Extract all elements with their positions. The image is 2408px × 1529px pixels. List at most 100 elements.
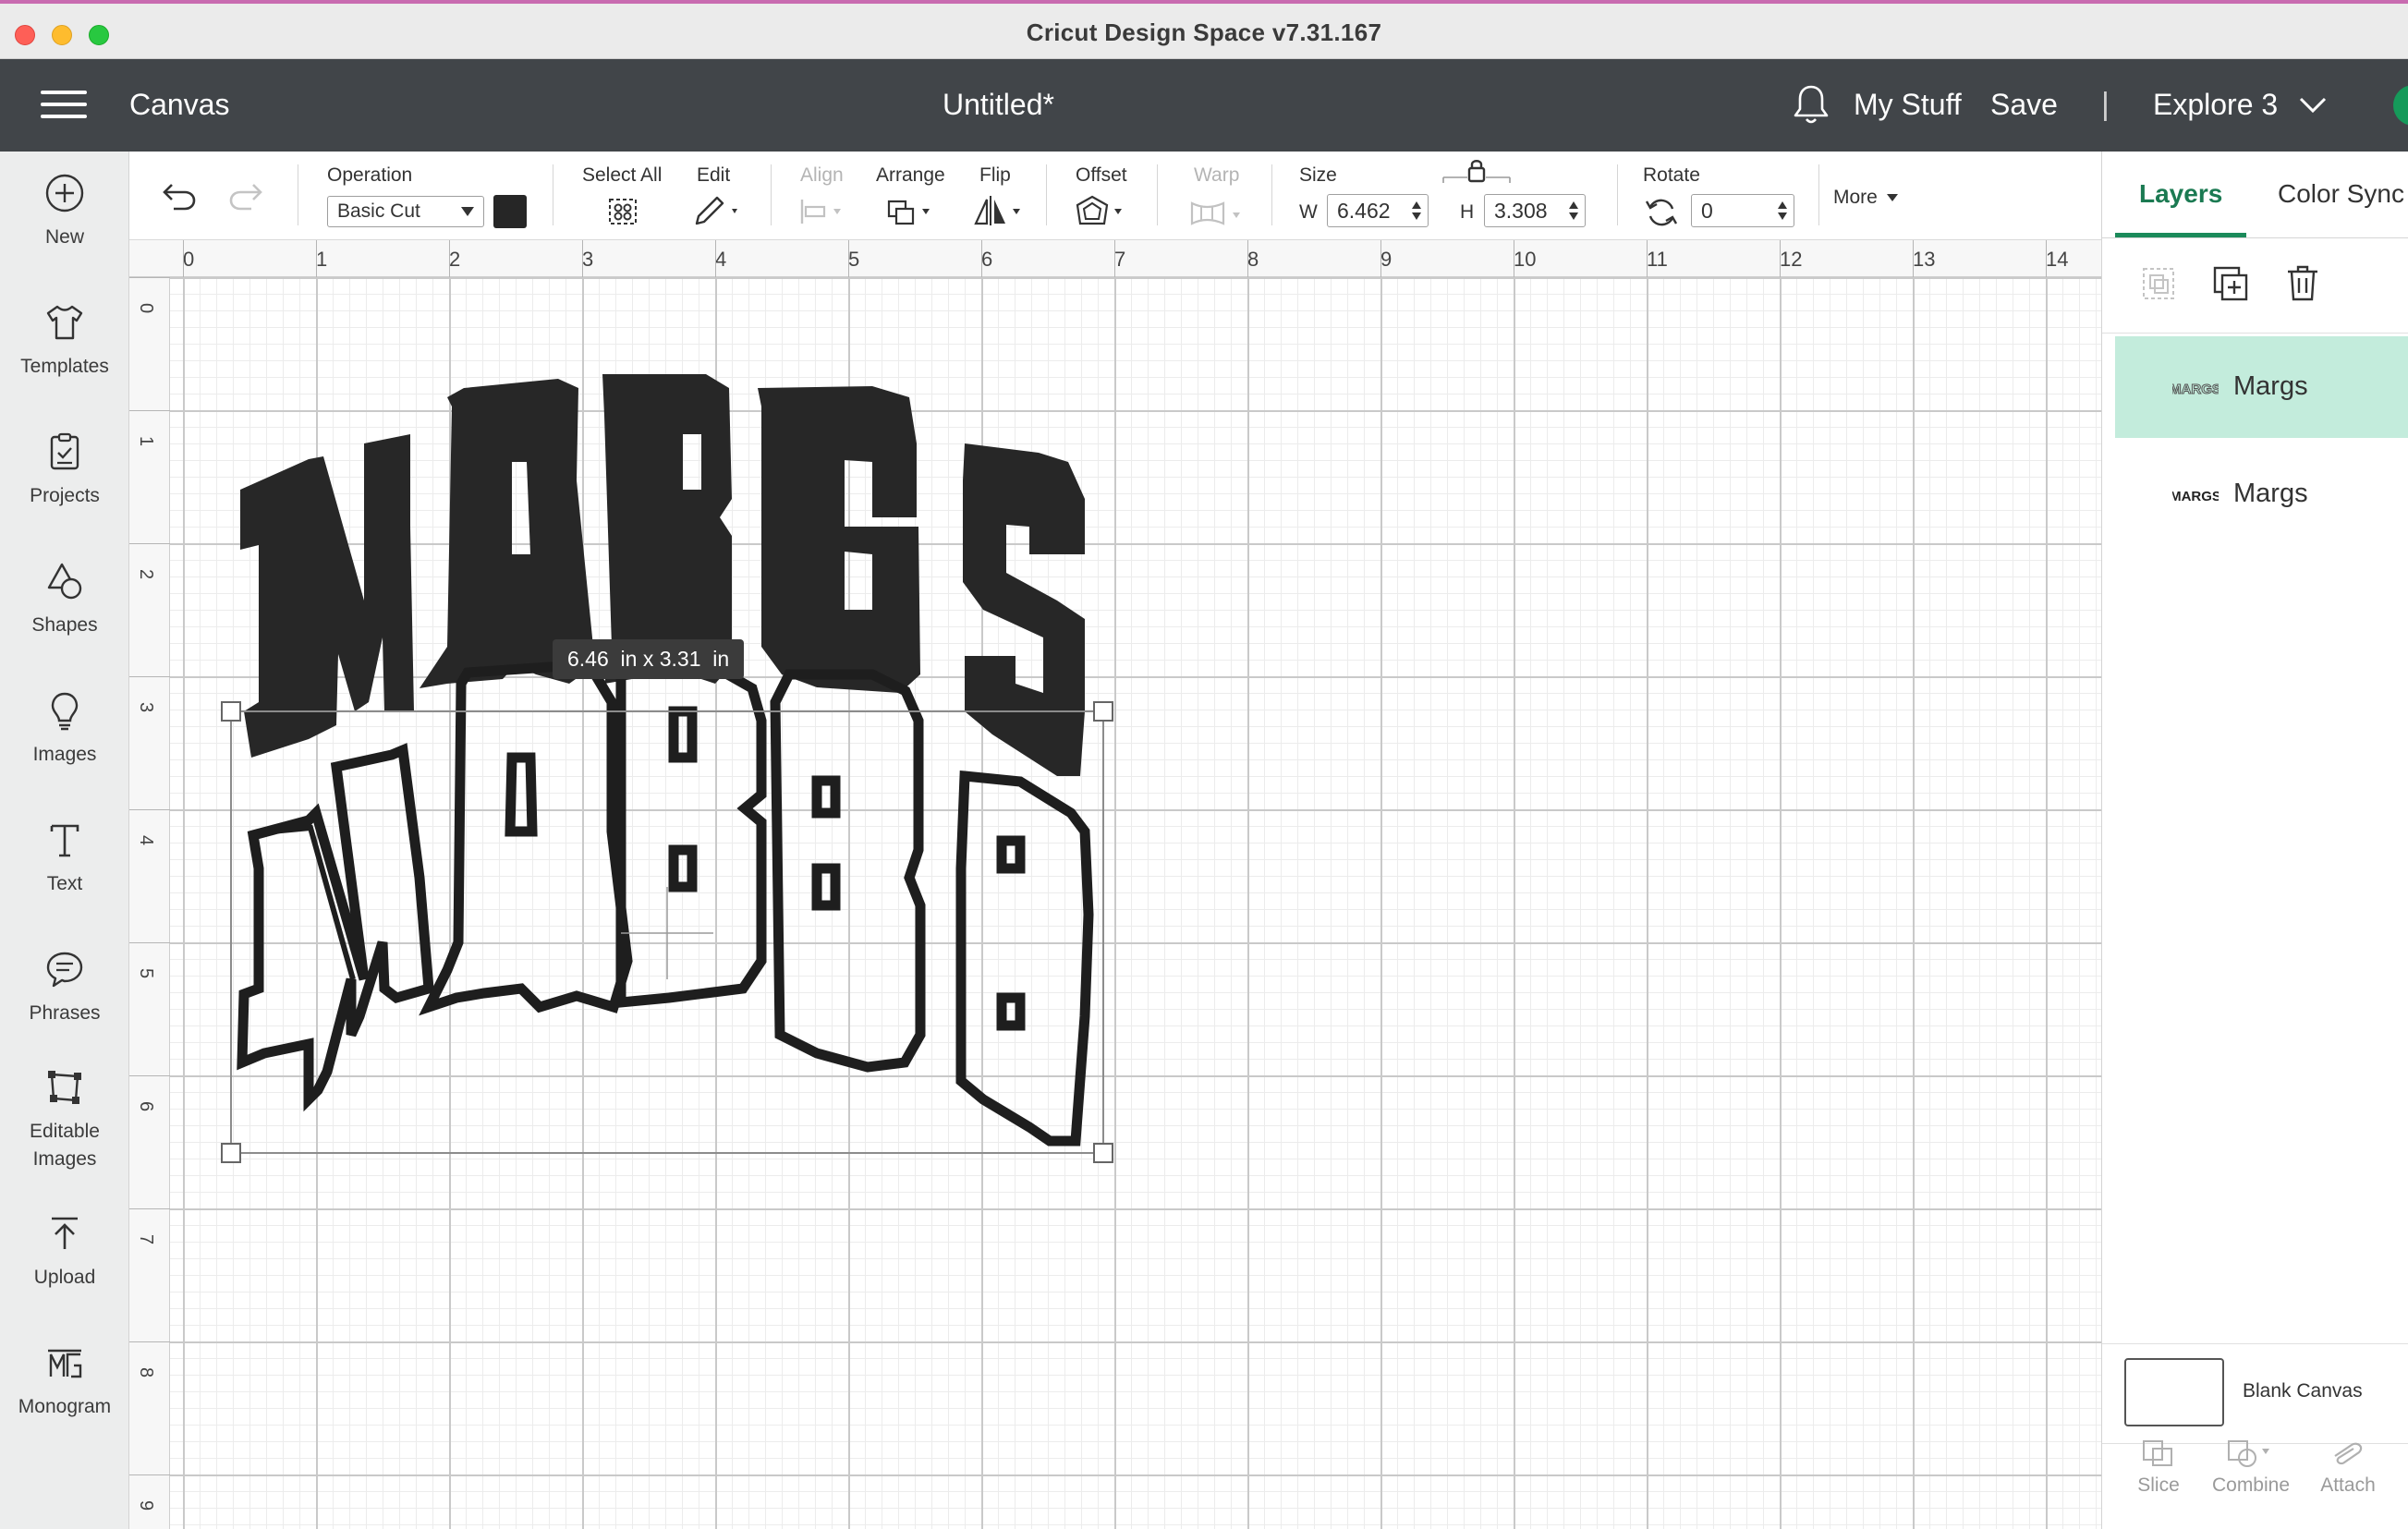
align-label: Align [800, 164, 844, 186]
resize-handle-bottom-left[interactable] [221, 1143, 241, 1163]
color-swatch[interactable] [493, 195, 527, 228]
ruler-left: 0 1 2 3 4 5 6 7 8 9 [129, 277, 170, 1529]
text-icon [50, 824, 79, 857]
trash-icon[interactable] [2283, 262, 2322, 303]
sidebar-item-monogram[interactable]: Monogram [0, 1341, 129, 1421]
align-icon[interactable] [797, 196, 848, 227]
ruler-tick [129, 1208, 170, 1209]
combine-button[interactable]: Combine [2205, 1438, 2297, 1497]
slice-button[interactable]: Slice [2131, 1438, 2186, 1497]
toolbar-divider [771, 164, 772, 225]
height-input[interactable]: 3.308 [1484, 194, 1586, 227]
flip-icon[interactable] [970, 192, 1026, 229]
svg-text:MARGS: MARGS [2172, 382, 2219, 397]
operation-dropdown[interactable]: Basic Cut [327, 196, 484, 227]
margs-solid-layer[interactable] [240, 374, 1085, 776]
ruler-tick [129, 1474, 170, 1475]
more-label: More [1833, 187, 1878, 208]
sidebar-item-phrases[interactable]: Phrases [0, 948, 129, 1027]
my-stuff-link[interactable]: My Stuff [1854, 88, 1962, 122]
sidebar-item-text[interactable]: Text [0, 819, 129, 898]
sidebar-item-projects[interactable]: Projects [0, 431, 129, 510]
width-input[interactable]: 6.462 [1327, 194, 1429, 227]
layer-name: Margs [2233, 371, 2308, 401]
ruler-top-label: 7 [1114, 248, 1126, 271]
ruler-tick [183, 240, 184, 277]
rotate-icon[interactable] [1643, 194, 1680, 231]
ruler-top-label: 12 [1780, 248, 1803, 271]
document-title[interactable]: Untitled* [943, 88, 1054, 122]
blank-canvas-label: Blank Canvas [2243, 1380, 2363, 1402]
arrange-icon[interactable] [883, 194, 939, 229]
flip-label: Flip [979, 164, 1011, 186]
ruler-tick [129, 543, 170, 544]
stepper-icon[interactable] [1777, 199, 1788, 223]
size-label: Size [1299, 164, 1337, 186]
layer-item[interactable]: MARGS Margs [2115, 443, 2408, 545]
ruler-tick [1247, 240, 1248, 277]
stepper-icon[interactable] [1411, 199, 1422, 223]
menu-icon[interactable] [41, 91, 87, 122]
app-header: Canvas Untitled* My Stuff Save | Explore… [0, 59, 2408, 152]
dimension-tooltip: 6.46 in x 3.31 in [553, 639, 745, 679]
ruler-tick [129, 1075, 170, 1076]
ruler-tick [981, 240, 982, 277]
attach-label: Attach [2320, 1474, 2376, 1496]
ruler-left-label: 2 [136, 568, 157, 580]
sidebar-item-label: Phrases [29, 1002, 101, 1024]
margs-outline-layer[interactable] [237, 660, 1094, 1147]
resize-handle-bottom-right[interactable] [1093, 1143, 1113, 1163]
design-canvas[interactable]: 6.46 in x 3.31 in [170, 277, 2101, 1529]
sidebar-item-templates[interactable]: Templates [0, 301, 129, 381]
resize-handle-top-right[interactable] [1093, 701, 1113, 722]
sidebar-item-upload[interactable]: Upload [0, 1212, 129, 1292]
resize-handle-top-left[interactable] [221, 701, 241, 722]
sidebar-item-new[interactable]: New [0, 172, 129, 251]
sidebar-item-label: Shapes [31, 614, 98, 636]
tab-color-sync[interactable]: Color Sync [2278, 179, 2404, 209]
ruler-top-label: 5 [848, 248, 860, 271]
layer-item[interactable]: MARGS Margs [2115, 336, 2408, 438]
caret-down-icon [1886, 194, 1898, 202]
tab-layers[interactable]: Layers [2139, 179, 2222, 209]
bell-icon[interactable] [1791, 83, 1831, 126]
ruler-top-label: 13 [1913, 248, 1936, 271]
warp-icon[interactable] [1188, 196, 1249, 229]
chevron-down-icon[interactable] [2297, 91, 2329, 118]
rotate-value: 0 [1701, 199, 1713, 223]
offset-icon[interactable] [1074, 194, 1129, 231]
edit-toolbar: Operation Basic Cut Select All Edit Alig… [129, 152, 2107, 240]
machine-selector[interactable]: Explore 3 [2153, 88, 2278, 122]
height-value: 3.308 [1494, 199, 1548, 223]
stepper-icon[interactable] [1568, 199, 1579, 223]
avatar[interactable] [2393, 85, 2408, 126]
blank-canvas-swatch[interactable] [2124, 1358, 2224, 1426]
ruler-top-label: 8 [1247, 248, 1259, 271]
ruler-left-label: 6 [136, 1100, 157, 1112]
operation-value: Basic Cut [337, 200, 420, 222]
group-icon[interactable] [2139, 264, 2178, 303]
operation-label: Operation [327, 164, 413, 186]
more-menu[interactable]: More [1833, 187, 1898, 209]
sidebar-item-label: Projects [30, 485, 100, 506]
attach-button[interactable]: Attach [2316, 1438, 2380, 1497]
save-button[interactable]: Save [1990, 88, 2058, 122]
duplicate-icon[interactable] [2211, 264, 2250, 303]
width-label: W [1299, 201, 1318, 223]
right-panel: Layers Color Sync MARGS Margs MARGS Marg… [2101, 152, 2408, 1529]
ruler-top-label: 2 [449, 248, 461, 271]
redo-icon[interactable] [227, 179, 264, 212]
slice-icon [2143, 1440, 2172, 1466]
edit-pencil-icon[interactable] [691, 194, 745, 229]
sidebar-item-images[interactable]: Images [0, 689, 129, 769]
lock-icon[interactable] [1440, 157, 1514, 185]
panel-bottom-divider [2102, 1343, 2408, 1344]
sidebar-item-shapes[interactable]: Shapes [0, 560, 129, 639]
toolbar-divider [1271, 164, 1272, 225]
undo-icon[interactable] [161, 179, 198, 212]
ruler-top-label: 1 [316, 248, 328, 271]
sidebar-item-editable-images[interactable]: Editable Images [0, 1066, 129, 1173]
monogram-icon [48, 1349, 82, 1378]
select-all-icon[interactable] [604, 194, 641, 229]
rotate-input[interactable]: 0 [1691, 194, 1794, 227]
